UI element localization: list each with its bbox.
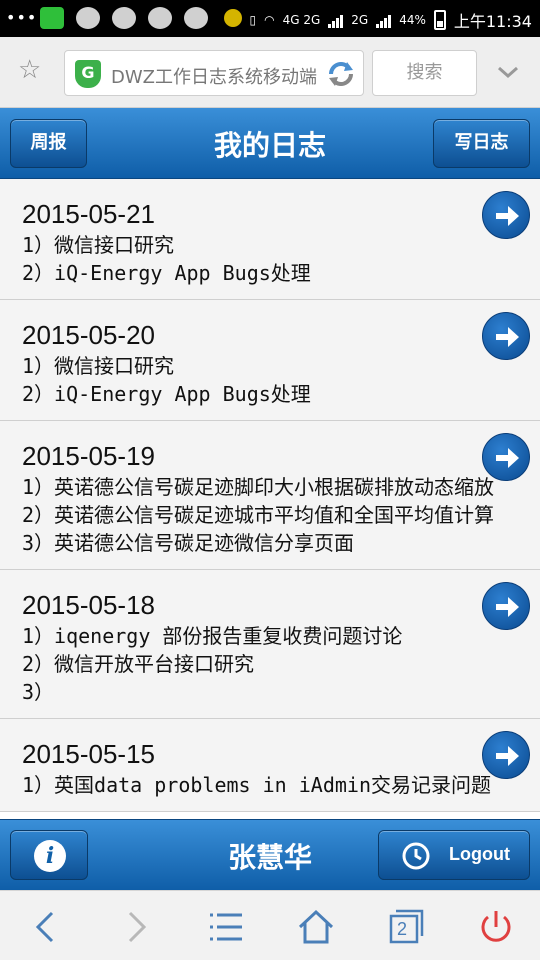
entry-line: 1）微信接口研究	[22, 354, 175, 378]
address-bar[interactable]: G DWZ工作日志系统移动端	[64, 50, 364, 96]
battery-icon	[433, 10, 446, 30]
list-item[interactable]: 2015-05-19 1）英诺德公信号碳足迹脚印大小根据碳排放动态缩放 2）英诺…	[0, 421, 540, 570]
notification-dot-icon	[224, 9, 242, 27]
wechat-notification-icon	[112, 7, 136, 29]
write-log-button[interactable]: 写日志	[433, 119, 530, 168]
tab-count: 2	[397, 919, 408, 939]
chevron-down-icon[interactable]	[497, 61, 519, 83]
arrow-right-icon[interactable]	[482, 582, 530, 630]
list-item[interactable]: 2015-05-15 1）英国data problems in iAdmin交易…	[0, 719, 540, 812]
refresh-icon[interactable]	[325, 58, 357, 90]
entry-line: 2）英诺德公信号碳足迹城市平均值和全国平均值计算	[22, 503, 495, 527]
search-button[interactable]: 搜索	[372, 50, 477, 96]
list-item[interactable]: 2015-05-21 1）微信接口研究 2）iQ-Energy App Bugs…	[0, 179, 540, 300]
network-type-2: 2G	[351, 13, 369, 27]
app-header: 周报 我的日志 写日志	[0, 108, 540, 179]
entry-date: 2015-05-19	[22, 441, 155, 471]
vibrate-icon: ▯	[249, 13, 257, 27]
entry-date: 2015-05-18	[22, 590, 155, 620]
status-bar: ••• ▯ ◠ 4G 2G 2G 44% 上午11:34	[0, 0, 540, 37]
arrow-right-icon[interactable]	[482, 731, 530, 779]
notification-app-icon	[40, 7, 64, 29]
menu-icon[interactable]	[206, 907, 246, 947]
entry-line: 2）微信开放平台接口研究	[22, 652, 255, 676]
network-type: 4G 2G	[282, 13, 321, 27]
entry-line: 3）	[22, 680, 55, 704]
address-text: DWZ工作日志系统移动端	[111, 67, 317, 88]
app-footer: i 张慧华 Logout	[0, 819, 540, 890]
info-button[interactable]: i	[10, 830, 88, 880]
wechat-notification-icon	[76, 7, 100, 29]
forward-icon[interactable]	[116, 907, 156, 947]
security-shield-icon: G	[75, 60, 101, 88]
signal-icon	[376, 12, 392, 28]
more-dots-icon: •••	[6, 8, 38, 27]
battery-percent: 44%	[399, 13, 426, 27]
clock-icon	[402, 842, 430, 870]
back-icon[interactable]	[26, 907, 66, 947]
wechat-notification-icon	[148, 7, 172, 29]
entry-line: 1）iqenergy 部份报告重复收费问题讨论	[22, 624, 403, 648]
info-icon: i	[34, 840, 66, 872]
logout-label: Logout	[449, 844, 510, 864]
entry-line: 2）iQ-Energy App Bugs处理	[22, 261, 311, 285]
home-icon[interactable]	[296, 907, 336, 947]
entry-date: 2015-05-21	[22, 199, 155, 229]
entry-line: 3）英诺德公信号碳足迹微信分享页面	[22, 531, 355, 555]
entry-line: 2）iQ-Energy App Bugs处理	[22, 382, 311, 406]
arrow-right-icon[interactable]	[482, 312, 530, 360]
power-icon[interactable]	[476, 907, 516, 947]
wifi-icon: ◠	[264, 13, 275, 27]
entry-line: 1）微信接口研究	[22, 233, 175, 257]
arrow-right-icon[interactable]	[482, 433, 530, 481]
log-list[interactable]: 2015-05-21 1）微信接口研究 2）iQ-Energy App Bugs…	[0, 179, 540, 819]
signal-icon	[328, 12, 344, 28]
tabs-button[interactable]: 2	[386, 907, 426, 947]
clock-time: 上午11:34	[453, 12, 532, 31]
list-item[interactable]: 2015-05-18 1）iqenergy 部份报告重复收费问题讨论 2）微信开…	[0, 570, 540, 719]
wechat-notification-icon	[184, 7, 208, 29]
entry-line: 1）英国data problems in iAdmin交易记录问题	[22, 773, 491, 797]
browser-toolbar: ☆ G DWZ工作日志系统移动端 搜索	[0, 37, 540, 108]
logout-button[interactable]: Logout	[378, 830, 530, 880]
entry-date: 2015-05-20	[22, 320, 155, 350]
entry-line: 1）英诺德公信号碳足迹脚印大小根据碳排放动态缩放	[22, 475, 495, 499]
arrow-right-icon[interactable]	[482, 191, 530, 239]
bookmark-star-icon[interactable]: ☆	[18, 55, 41, 85]
browser-bottom-nav: 2	[0, 890, 540, 960]
entry-date: 2015-05-15	[22, 739, 155, 769]
list-item[interactable]: 2015-05-20 1）微信接口研究 2）iQ-Energy App Bugs…	[0, 300, 540, 421]
